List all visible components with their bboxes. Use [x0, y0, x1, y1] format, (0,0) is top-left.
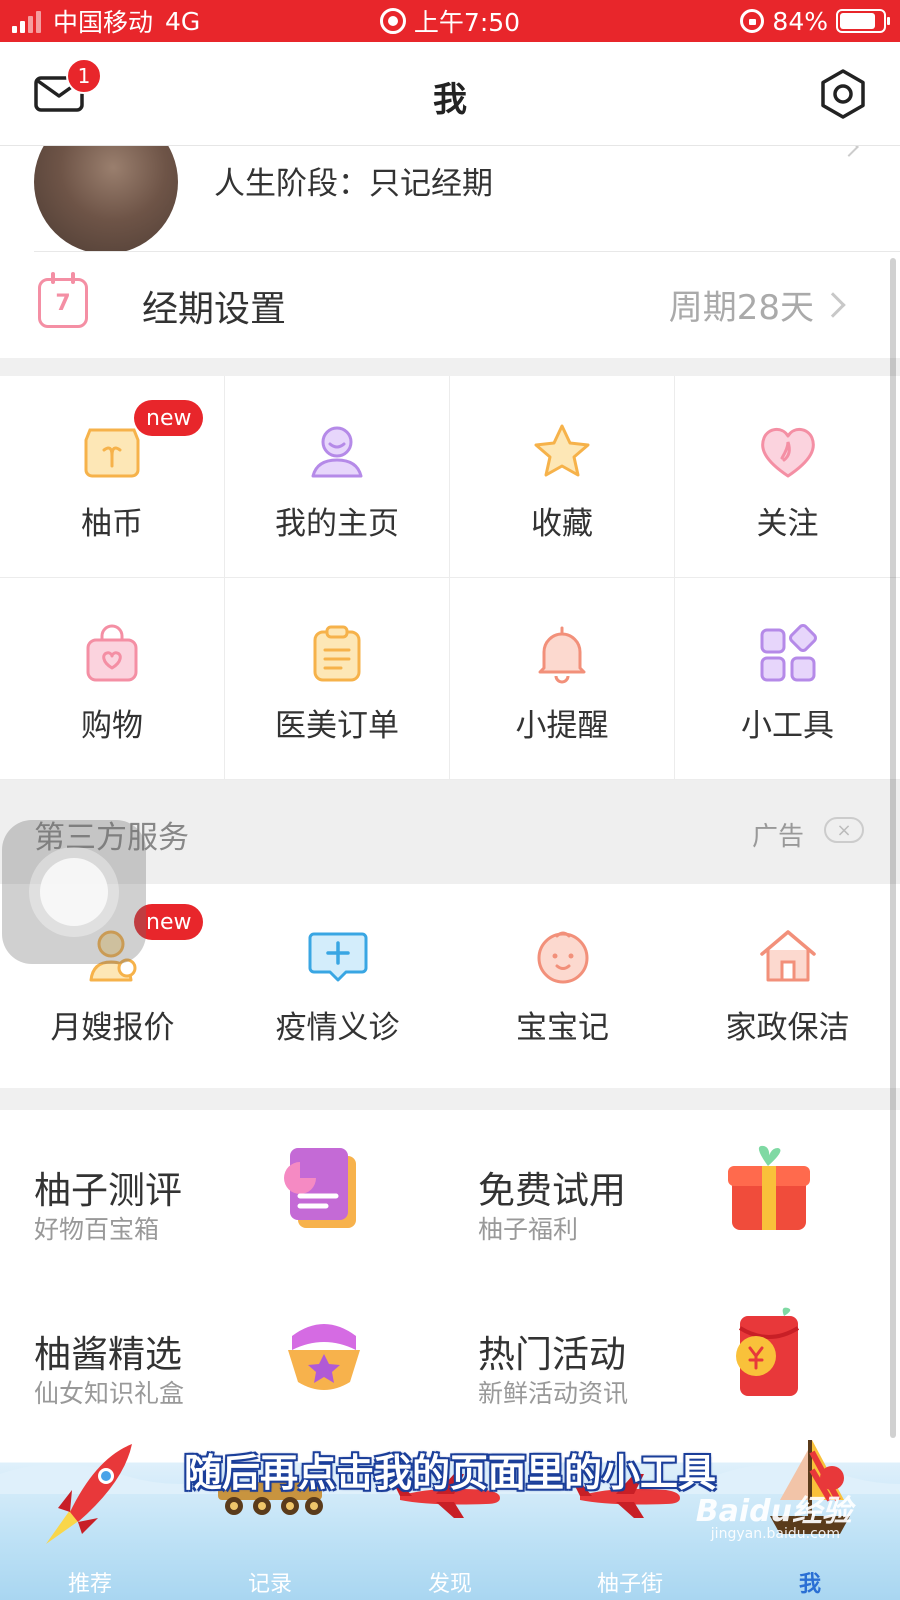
gift-box-icon — [728, 1145, 810, 1230]
section-gap — [0, 1088, 900, 1110]
grid-item-follow[interactable]: 关注 — [675, 376, 900, 578]
feature-title: 热门活动 — [478, 1333, 626, 1376]
section-gap — [0, 358, 900, 376]
feature-subtitle: 新鲜活动资讯 — [478, 1379, 629, 1408]
heart-icon — [760, 428, 815, 478]
battery-icon — [836, 9, 890, 33]
grid-item-medical-orders[interactable]: 医美订单 — [225, 578, 450, 780]
service-label: 月嫂报价 — [50, 1010, 175, 1046]
grid-item-label: 购物 — [81, 708, 143, 744]
shopping-bag-icon — [86, 624, 138, 682]
gem-box-icon — [288, 1324, 360, 1390]
service-label: 宝宝记 — [516, 1010, 609, 1046]
coin-bag-icon — [84, 428, 140, 478]
feature-cards: 柚子测评 好物百宝箱 免费试用 柚子福利 柚酱精选 仙女知识礼盒 热门活动 新鲜… — [0, 1110, 900, 1440]
rotation-lock-icon — [740, 9, 765, 33]
grid-item-shopping[interactable]: 购物 — [0, 578, 225, 780]
chevron-right-icon — [839, 146, 859, 157]
assistive-touch-button[interactable] — [2, 820, 146, 964]
grid-item-label: 医美订单 — [275, 708, 399, 744]
status-bar: 中国移动 4G 上午7:50 84% — [0, 0, 900, 42]
feature-free-trial[interactable]: 免费试用 柚子福利 — [444, 1110, 874, 1270]
page-title: 我 — [433, 80, 467, 120]
avatar[interactable] — [34, 146, 178, 252]
tab-label: 记录 — [247, 1572, 292, 1597]
battery-fill — [840, 13, 876, 29]
feature-hot-events[interactable]: 热门活动 新鲜活动资讯 — [444, 1274, 874, 1434]
function-grid: new 柚币 我的主页 收藏 关注 购物 医美订单 小提醒 小工具 — [0, 376, 900, 780]
battery-percent: 84% — [772, 6, 828, 36]
star-icon — [534, 424, 590, 477]
close-icon[interactable]: × — [824, 817, 864, 843]
settings-icon[interactable] — [818, 68, 868, 120]
feature-subtitle: 好物百宝箱 — [34, 1215, 160, 1244]
grid-item-favorites[interactable]: 收藏 — [450, 376, 675, 578]
grid-item-reminders[interactable]: 小提醒 — [450, 578, 675, 780]
feature-title: 免费试用 — [478, 1169, 626, 1212]
clipboard-icon — [313, 625, 361, 682]
house-icon — [759, 930, 816, 982]
tab-label: 我 — [798, 1572, 821, 1597]
grid-item-label: 小提醒 — [515, 708, 609, 744]
user-profile-icon — [311, 426, 363, 478]
period-settings-row[interactable]: 7 经期设置 周期28天 — [0, 252, 900, 358]
service-housekeeping[interactable]: 家政保洁 — [675, 884, 900, 1088]
chevron-right-icon — [820, 292, 846, 318]
scrollbar[interactable] — [890, 258, 896, 1438]
cycle-length-value: 周期28天 — [668, 288, 814, 328]
grid-item-label: 小工具 — [741, 708, 834, 744]
baby-face-icon — [537, 931, 588, 984]
tab-label: 柚子街 — [596, 1572, 663, 1597]
grid-item-label: 关注 — [756, 506, 819, 542]
feature-curated[interactable]: 柚酱精选 仙女知识礼盒 — [0, 1274, 430, 1434]
medical-chat-icon — [308, 932, 367, 982]
grid-item-label: 我的主页 — [275, 506, 399, 542]
profile-card[interactable]: 人生阶段：只记经期 — [0, 146, 900, 252]
service-label: 家政保洁 — [725, 1010, 850, 1046]
grid-item-label: 收藏 — [531, 506, 593, 542]
calendar-icon: 7 — [38, 272, 88, 328]
new-badge: new — [134, 400, 204, 436]
period-settings-label: 经期设置 — [142, 289, 287, 330]
feature-subtitle: 柚子福利 — [478, 1215, 579, 1244]
grid-item-coins[interactable]: new 柚币 — [0, 376, 225, 578]
feature-review[interactable]: 柚子测评 好物百宝箱 — [0, 1110, 430, 1270]
red-envelope-icon — [736, 1307, 800, 1396]
tab-label: 发现 — [427, 1572, 472, 1597]
watermark-url: jingyan.baidu.com — [710, 1526, 840, 1542]
page-header: 1 我 — [0, 42, 900, 146]
bell-icon — [538, 626, 586, 684]
service-baby-record[interactable]: 宝宝记 — [450, 884, 675, 1088]
service-label: 疫情义诊 — [275, 1010, 400, 1046]
service-epidemic-consult[interactable]: 疫情义诊 — [225, 884, 450, 1088]
status-time: 上午7:50 — [413, 8, 521, 37]
grid-item-tools[interactable]: 小工具 — [675, 578, 900, 780]
grid-item-label: 柚币 — [81, 506, 143, 542]
feature-subtitle: 仙女知识礼盒 — [34, 1379, 185, 1408]
screen-record-icon — [379, 8, 406, 34]
life-stage-text: 人生阶段：只记经期 — [214, 166, 493, 202]
status-right: 84% — [740, 0, 890, 42]
tools-grid-icon — [760, 624, 817, 682]
baidu-watermark: Baidu经验 — [695, 1494, 852, 1529]
feature-title: 柚子测评 — [34, 1169, 182, 1212]
ad-label: 广告 — [751, 822, 804, 852]
grid-item-my-homepage[interactable]: 我的主页 — [225, 376, 450, 578]
review-card-icon — [284, 1148, 356, 1228]
assistive-touch-core — [40, 858, 108, 926]
feature-title: 柚酱精选 — [34, 1333, 182, 1376]
tab-label: 推荐 — [67, 1572, 112, 1597]
